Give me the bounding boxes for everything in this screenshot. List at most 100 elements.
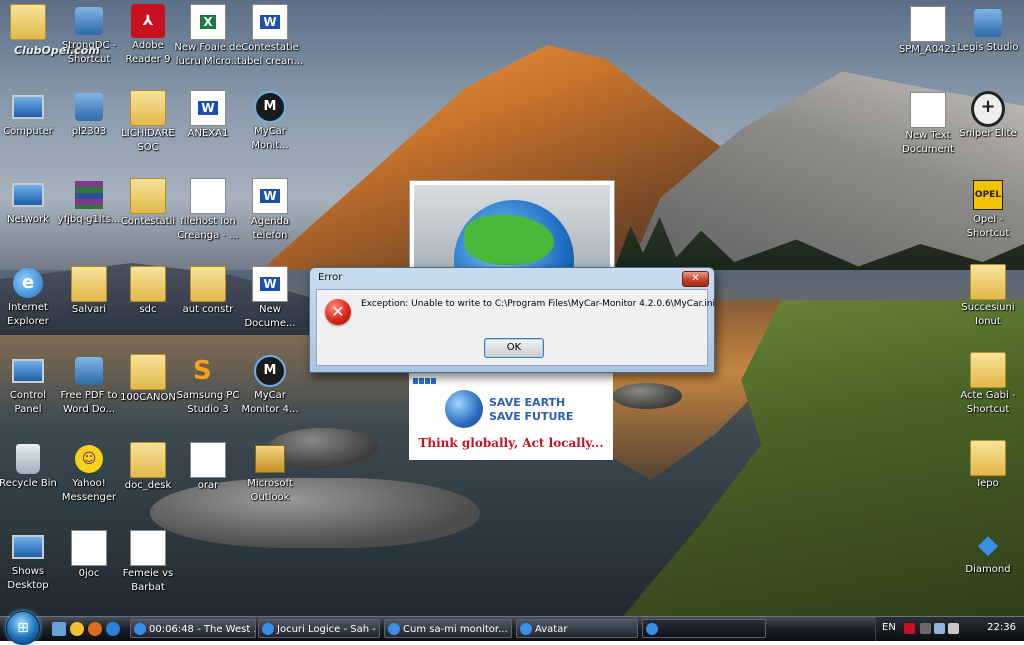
close-button[interactable]: ✕ xyxy=(682,271,709,287)
iepo-icon xyxy=(970,440,1006,476)
task-avatar[interactable]: Avatar xyxy=(516,619,638,638)
antivirus-icon[interactable] xyxy=(904,623,915,634)
desktop-icon-label: aut constr xyxy=(182,304,234,315)
desktop-icon-legis-studio[interactable]: Legis Studio xyxy=(953,6,1023,54)
new-document-icon: W xyxy=(252,266,288,302)
desktop-icon-label: filehost Ion xyxy=(180,216,236,227)
yfjbq-archive-icon xyxy=(72,178,106,212)
desktop-icon-label: ANEXA1 xyxy=(187,128,229,139)
task-cum-sa-mi-monitor[interactable]: Cum sa-mi monitor... xyxy=(384,619,512,638)
task-app-icon xyxy=(134,623,146,635)
desktop-icon-contestatie-tabel[interactable]: W Contestatie tabel crean... xyxy=(235,4,305,68)
filehost-ion-creanga-icon: ♪ xyxy=(190,178,226,214)
desktop-icon-label: Desktop xyxy=(7,580,49,591)
0joc-icon: ≡ xyxy=(71,530,107,566)
anexa1-icon: W xyxy=(190,90,226,126)
contestatie-tabel-icon: W xyxy=(252,4,288,40)
desktop-icon-diamond[interactable]: ◆ Diamond xyxy=(953,528,1023,576)
desktop-icon-label: Diamond xyxy=(965,564,1011,575)
desktop-icon-label: Succesiuni xyxy=(961,302,1015,313)
desktop-icon-iepo[interactable]: Iepo xyxy=(953,440,1023,490)
100canon-icon xyxy=(130,354,166,390)
lichidare-soc-icon xyxy=(130,90,166,126)
desktop-icon-orar[interactable]: ≡ orar xyxy=(173,442,243,492)
desktop-icon-label: Outlook xyxy=(250,492,290,503)
doc-desk-icon xyxy=(130,442,166,478)
desktop-icon-label: Explorer xyxy=(7,316,49,327)
desktop-icon-new-document[interactable]: W New Docume... xyxy=(235,266,305,330)
desktop-icon-mycar-monitor-1[interactable]: M MyCar Monit... xyxy=(235,90,305,152)
desktop-icon-label: Femeie vs xyxy=(122,568,174,579)
agenda-telefon-icon: W xyxy=(252,178,288,214)
language-indicator[interactable]: EN xyxy=(882,622,896,633)
desktop-icon-mycar-monitor-2[interactable]: M MyCar Monitor 4... xyxy=(235,354,305,416)
messenger-icon[interactable] xyxy=(70,622,84,636)
top-left-folder-icon xyxy=(10,4,46,40)
desktop-icon-opel-shortcut[interactable]: OPEL Opel - Shortcut xyxy=(953,178,1023,240)
volume-icon[interactable] xyxy=(948,623,959,634)
ok-button[interactable]: OK xyxy=(484,338,544,358)
task-label: Cum sa-mi monitor... xyxy=(403,624,508,635)
desktop-icon-sniper-elite[interactable]: + Sniper Elite xyxy=(953,91,1023,140)
show-desktop-icon[interactable] xyxy=(52,622,66,636)
contestatii-icon xyxy=(130,178,166,214)
desktop-icon-new-foaie-de-lucru[interactable]: X New Foaie de lucru Micro... xyxy=(173,4,243,68)
sdc-icon xyxy=(130,266,166,302)
adobe-reader-icon: ⅄ xyxy=(131,4,165,38)
control-panel-icon xyxy=(11,354,45,388)
task-app-icon xyxy=(520,623,532,635)
error-dialog: Error ✕ ✕ Exception: Unable to write to … xyxy=(309,267,715,373)
desktop-icon-succesiuni-ionut[interactable]: Succesiuni Ionut xyxy=(953,264,1023,328)
wallpaper-rock xyxy=(612,383,682,409)
desktop-icon-label: Monit... xyxy=(251,140,289,151)
network-icon[interactable] xyxy=(934,623,945,634)
desktop-icon-label: Word Do... xyxy=(62,404,116,415)
tray-app-icon[interactable] xyxy=(920,623,931,634)
dialog-titlebar[interactable]: Error ✕ xyxy=(310,268,714,288)
clock[interactable]: 22:36 xyxy=(987,622,1016,633)
desktop-icon-label: Barbat xyxy=(131,582,165,593)
desktop-icon-label: Acte Gabi - xyxy=(960,390,1016,401)
pl2303-icon xyxy=(72,90,106,124)
internet-explorer-icon[interactable] xyxy=(106,622,120,636)
salvari-icon xyxy=(71,266,107,302)
desktop-icon-agenda-telefon[interactable]: W Agenda telefon xyxy=(235,178,305,242)
yahoo-messenger-icon: ☺ xyxy=(72,442,106,476)
task-mycar-active[interactable] xyxy=(642,619,766,638)
desktop-icon-acte-gabi-shortcut[interactable]: Acte Gabi - Shortcut xyxy=(953,352,1023,416)
mycar-monitor-1-icon: M xyxy=(253,90,287,124)
desktop-icon-label: Contestatie xyxy=(241,42,299,53)
desktop-icon-samsung-pc-studio[interactable]: S Samsung PC Studio 3 xyxy=(173,354,243,416)
desktop-icon-femeie-vs-barbat[interactable]: ≡ Femeie vs Barbat xyxy=(113,530,183,594)
watermark: ClubOpel.com xyxy=(14,44,100,57)
desktop-icon-microsoft-outlook[interactable]: Microsoft Outlook xyxy=(235,442,305,504)
desktop-icon-label: Studio 3 xyxy=(187,404,229,415)
task-app-icon xyxy=(388,623,400,635)
desktop-icon-label: Creanga - ... xyxy=(177,230,239,241)
desktop-icon-anexa1[interactable]: W ANEXA1 xyxy=(173,90,243,140)
splash-save-line2: SAVE FUTURE xyxy=(489,410,574,423)
mycar-monitor-2-icon: M xyxy=(253,354,287,388)
desktop-icon-label: Microsoft xyxy=(247,478,293,489)
succesiuni-ionut-icon xyxy=(970,264,1006,300)
dialog-title: Error xyxy=(318,272,343,283)
splash-save-line1: SAVE EARTH xyxy=(489,396,566,409)
desktop-icon-filehost-ion-creanga[interactable]: ♪ filehost Ion Creanga - ... xyxy=(173,178,243,242)
samsung-pc-studio-icon: S xyxy=(193,356,212,386)
desktop-icon-label: MyCar xyxy=(254,126,286,137)
desktop-icon-aut-constr[interactable]: aut constr xyxy=(173,266,243,316)
recycle-bin-icon xyxy=(11,442,45,476)
task-jocuri-logice[interactable]: Jocuri Logice - Sah - ... xyxy=(258,619,380,638)
error-message: Exception: Unable to write to C:\Program… xyxy=(361,299,716,309)
desktop-icon-label: Legis Studio xyxy=(957,42,1019,53)
diamond-icon: ◆ xyxy=(978,530,998,560)
firefox-icon[interactable] xyxy=(88,622,102,636)
internet-explorer-icon: e xyxy=(11,266,45,300)
desktop-icon-label: orar xyxy=(197,480,219,491)
desktop-icon-label: telefon xyxy=(252,230,288,241)
desktop-icon-label: Monitor 4... xyxy=(241,404,299,415)
task-the-west[interactable]: 00:06:48 - The West ... xyxy=(130,619,256,638)
desktop-icon-label: Shortcut xyxy=(966,404,1010,415)
computer-icon xyxy=(11,90,45,124)
legis-studio-icon xyxy=(971,6,1005,40)
